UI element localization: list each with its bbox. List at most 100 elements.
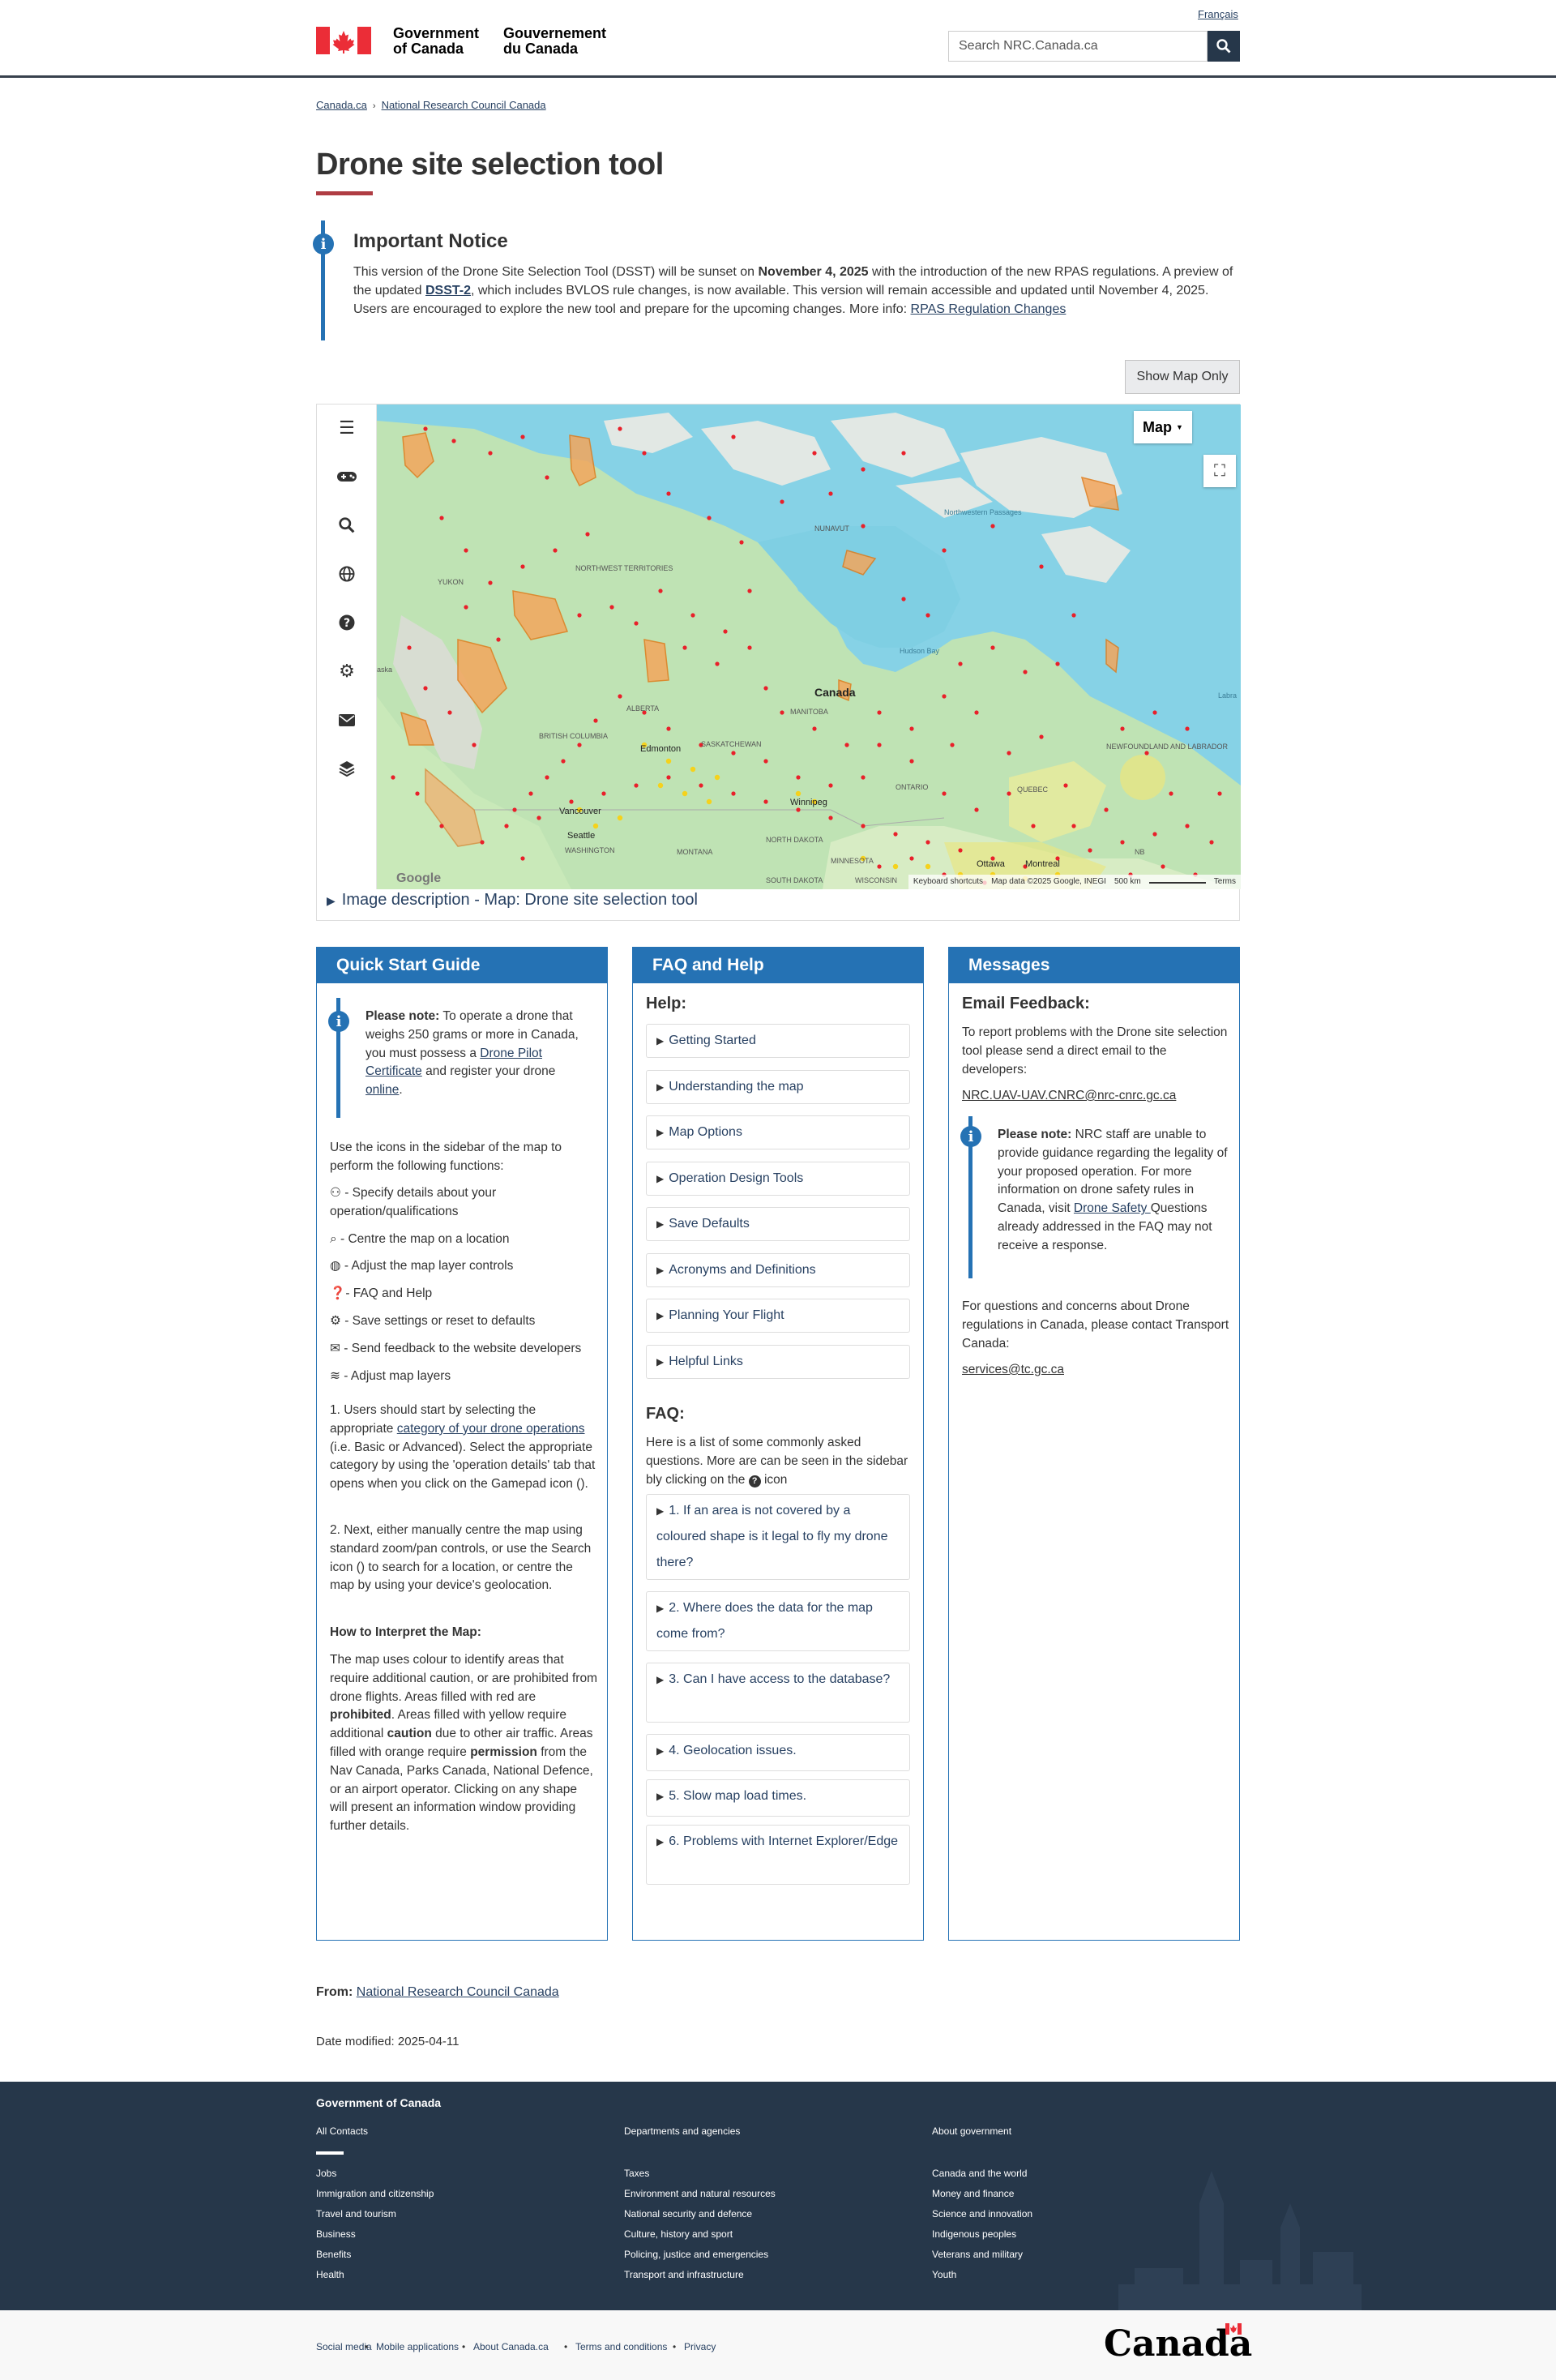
footer-link[interactable]: Environment and natural resources (624, 2188, 776, 2199)
footer-link[interactable]: Benefits (316, 2249, 351, 2260)
map-marker[interactable] (1120, 726, 1125, 731)
map-marker[interactable] (1055, 661, 1060, 666)
map-marker[interactable] (747, 645, 752, 650)
dsst2-link[interactable]: DSST-2 (425, 284, 471, 298)
map-marker[interactable] (958, 661, 963, 666)
footer-link[interactable]: Immigration and citizenship (316, 2188, 434, 2199)
gov-canada-fr[interactable]: Gouvernement du Canada (503, 26, 606, 57)
map-marker[interactable] (942, 548, 947, 553)
map-marker[interactable] (909, 856, 914, 861)
footer-bottom-link[interactable]: About Canada.ca (473, 2341, 549, 2352)
image-description-toggle[interactable]: ▶ Image description - Map: Drone site sel… (327, 891, 698, 910)
map-marker[interactable] (545, 475, 549, 480)
map-marker[interactable] (577, 743, 582, 747)
drone-operation-category-link[interactable]: category of your drone operations (397, 1422, 585, 1436)
map-marker[interactable] (666, 491, 671, 496)
map-marker[interactable] (812, 451, 817, 456)
question-circle-icon[interactable]: ? (335, 610, 359, 635)
faq-accordion-item[interactable]: ▶ 1. If an area is not covered by a colou… (646, 1494, 910, 1580)
map-marker[interactable] (1120, 840, 1125, 845)
map-marker[interactable] (1185, 726, 1190, 731)
help-accordion-item[interactable]: ▶ Operation Design Tools (646, 1161, 910, 1196)
help-accordion-item[interactable]: ▶ Helpful Links (646, 1344, 910, 1379)
map-marker[interactable] (877, 743, 882, 747)
map-marker[interactable] (1144, 751, 1149, 756)
map-marker[interactable] (909, 759, 914, 764)
map-marker[interactable] (609, 605, 614, 610)
help-accordion-item[interactable]: ▶ Acronyms and Definitions (646, 1252, 910, 1287)
map-marker[interactable] (618, 426, 622, 431)
faq-accordion-item[interactable]: ▶ 3. Can I have access to the database? (646, 1663, 910, 1723)
map-marker[interactable] (472, 743, 477, 747)
map-marker[interactable] (747, 589, 752, 593)
map-marker[interactable] (1209, 840, 1214, 845)
map-marker[interactable] (504, 824, 509, 828)
footer-link[interactable]: Jobs (316, 2168, 336, 2179)
help-accordion-item[interactable]: ▶ Getting Started (646, 1024, 910, 1058)
map-marker[interactable] (593, 718, 598, 723)
map-marker[interactable] (950, 743, 955, 747)
map-marker[interactable] (657, 782, 664, 789)
faq-accordion-item[interactable]: ▶ 2. Where does the data for the map come… (646, 1591, 910, 1651)
footer-link[interactable]: Health (316, 2269, 344, 2280)
map-marker[interactable] (423, 686, 428, 691)
map-marker[interactable] (690, 766, 696, 773)
map-marker[interactable] (763, 759, 768, 764)
map-marker[interactable] (1007, 751, 1011, 756)
help-accordion-item[interactable]: ▶ Understanding the map (646, 1069, 910, 1104)
envelope-icon[interactable] (335, 708, 359, 732)
footer-link[interactable]: Taxes (624, 2168, 649, 2179)
footer-link[interactable]: Veterans and military (932, 2249, 1023, 2260)
show-map-only-button[interactable]: Show Map Only (1125, 360, 1240, 394)
map-marker[interactable] (763, 799, 768, 804)
map-marker[interactable] (1039, 734, 1044, 739)
footer-link[interactable]: Policing, justice and emergencies (624, 2249, 768, 2260)
map-marker[interactable] (601, 791, 606, 796)
gamepad-icon[interactable] (335, 464, 359, 489)
map-marker[interactable] (812, 726, 817, 731)
map-marker[interactable] (1152, 710, 1157, 715)
map-marker[interactable] (1104, 807, 1109, 812)
map-marker[interactable] (861, 775, 866, 780)
faq-accordion-item[interactable]: ▶ 5. Slow map load times. (646, 1779, 910, 1817)
map-marker[interactable] (925, 840, 930, 845)
map-marker[interactable] (901, 597, 906, 601)
map-marker[interactable] (706, 798, 712, 805)
map-marker[interactable] (1007, 791, 1011, 796)
map-marker[interactable] (1071, 824, 1076, 828)
map-marker[interactable] (545, 775, 549, 780)
layers-icon[interactable] (335, 756, 359, 781)
language-toggle-link[interactable]: Français (1198, 8, 1238, 20)
map-marker[interactable] (488, 580, 493, 585)
map-canvas[interactable]: Canada Hudson Bay NUNAVUT Northwestern P… (377, 405, 1241, 889)
map-marker[interactable] (925, 863, 931, 870)
map-marker[interactable] (796, 807, 801, 812)
map-marker[interactable] (520, 564, 525, 569)
map-marker[interactable] (1152, 832, 1157, 837)
map-marker[interactable] (1071, 613, 1076, 618)
map-marker[interactable] (731, 751, 736, 756)
map-marker[interactable] (561, 759, 566, 764)
map-marker[interactable] (520, 434, 525, 439)
globe-icon[interactable] (335, 562, 359, 586)
map-marker[interactable] (634, 621, 639, 626)
map-marker[interactable] (520, 856, 525, 861)
map-marker[interactable] (1169, 791, 1173, 796)
faq-accordion-item[interactable]: ▶ 4. Geolocation issues. (646, 1734, 910, 1771)
footer-bottom-link[interactable]: Mobile applications (376, 2341, 459, 2352)
map-marker[interactable] (723, 629, 728, 634)
map-marker[interactable] (1023, 670, 1028, 674)
map-marker[interactable] (682, 790, 688, 797)
map-marker[interactable] (1217, 791, 1222, 796)
map-marker[interactable] (464, 605, 468, 610)
map-marker[interactable] (763, 686, 768, 691)
map-marker[interactable] (666, 775, 671, 780)
footer-bottom-link[interactable]: Social media (316, 2341, 372, 2352)
map-marker[interactable] (828, 815, 833, 820)
map-marker[interactable] (415, 791, 420, 796)
footer-link[interactable]: Culture, history and sport (624, 2228, 733, 2240)
rpas-regulation-link[interactable]: RPAS Regulation Changes (911, 302, 1067, 316)
map-marker[interactable] (464, 548, 468, 553)
map-marker[interactable] (909, 726, 914, 731)
footer-link[interactable]: Business (316, 2228, 356, 2240)
